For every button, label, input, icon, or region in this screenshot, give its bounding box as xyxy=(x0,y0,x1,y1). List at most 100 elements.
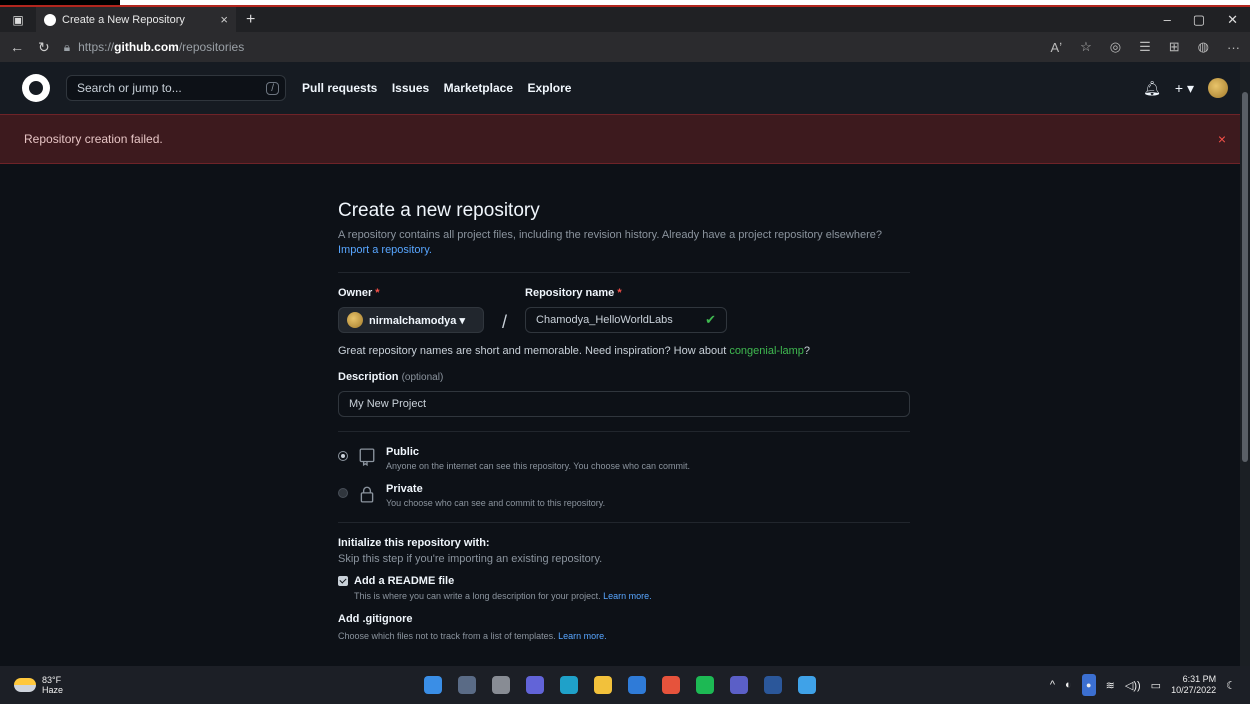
init-subtitle: Skip this step if you're importing an ex… xyxy=(338,553,603,565)
browser-tab[interactable]: Create a New Repository × xyxy=(36,7,236,32)
notification-bell-icon[interactable]: 🔔︎ xyxy=(1143,80,1161,97)
github-header: Search or jump to... / Pull requests Iss… xyxy=(0,62,1250,114)
tab-close-icon[interactable]: × xyxy=(220,12,228,27)
readme-checkbox[interactable] xyxy=(338,576,348,586)
owner-group: Owner * nirmalchamodya ▾ xyxy=(338,287,484,335)
private-radio[interactable] xyxy=(338,488,348,498)
flash-close-icon[interactable]: × xyxy=(1218,131,1226,147)
nav-explore[interactable]: Explore xyxy=(527,81,571,95)
scrollbar-thumb[interactable] xyxy=(1242,92,1248,462)
favorites-icon[interactable]: ☰ xyxy=(1139,39,1151,55)
visibility-public: Public Anyone on the internet can see th… xyxy=(338,446,910,471)
photos-icon[interactable] xyxy=(798,676,816,694)
back-icon[interactable]: ← xyxy=(10,39,24,55)
extension-icon[interactable]: ◎ xyxy=(1110,39,1121,55)
tray-app-icon[interactable]: ◐ xyxy=(1065,679,1072,691)
lead-text: A repository contains all project files,… xyxy=(338,229,882,241)
public-radio[interactable] xyxy=(338,451,348,461)
weather-temp: 83°F xyxy=(42,675,62,685)
restore-icon[interactable]: ▢ xyxy=(1193,12,1205,28)
public-desc: Anyone on the internet can see this repo… xyxy=(386,461,691,471)
page-title: Create a new repository xyxy=(338,200,540,221)
weather-haze-icon xyxy=(14,678,36,692)
teams-icon[interactable] xyxy=(730,676,748,694)
owner-value: nirmalchamodya ▾ xyxy=(369,314,465,327)
task-view-icon[interactable] xyxy=(492,676,510,694)
github-logo-icon[interactable] xyxy=(22,74,50,102)
owner-select[interactable]: nirmalchamodya ▾ xyxy=(338,307,484,333)
description-value: My New Project xyxy=(349,398,427,410)
url-path: /repositories xyxy=(178,40,245,54)
user-avatar[interactable] xyxy=(1208,78,1228,98)
chrome-icon[interactable] xyxy=(662,676,680,694)
search-icon[interactable] xyxy=(458,676,476,694)
read-aloud-icon[interactable]: Aʼ xyxy=(1051,40,1063,55)
search-input[interactable]: Search or jump to... / xyxy=(66,75,286,101)
nav-issues[interactable]: Issues xyxy=(392,81,429,95)
weather-widget[interactable]: 83°F Haze xyxy=(14,675,63,695)
private-desc: You choose who can see and commit to thi… xyxy=(386,498,606,508)
clock[interactable]: 6:31 PM 10/27/2022 xyxy=(1171,674,1216,696)
new-repo-form: Create a new repository A repository con… xyxy=(338,200,910,641)
collections-icon[interactable]: ⊞ xyxy=(1169,39,1180,55)
main-content: Create a new repository A repository con… xyxy=(0,164,1250,666)
visibility-private: Private You choose who can see and commi… xyxy=(338,483,910,508)
search-placeholder: Search or jump to... xyxy=(77,81,182,95)
clock-date: 10/27/2022 xyxy=(1171,685,1217,695)
lock-icon: 🔒︎ xyxy=(63,39,71,54)
file-explorer-icon[interactable] xyxy=(594,676,612,694)
init-title: Initialize this repository with: xyxy=(338,537,490,549)
repo-name-label: Repository name * xyxy=(525,287,622,299)
lock-icon xyxy=(360,486,374,503)
gitignore-title: Add .gitignore xyxy=(338,613,413,625)
spotify-icon[interactable] xyxy=(696,676,714,694)
wifi-icon[interactable]: ≋ xyxy=(1106,679,1115,692)
battery-icon[interactable]: ▭ xyxy=(1151,679,1161,692)
description-input[interactable]: My New Project xyxy=(338,391,910,417)
tab-actions-icon[interactable]: ▣ xyxy=(0,13,36,27)
minimize-icon[interactable]: – xyxy=(1164,12,1171,28)
url-prefix: https:// xyxy=(78,40,115,54)
public-text: Public Anyone on the internet can see th… xyxy=(386,446,690,471)
global-nav: Pull requests Issues Marketplace Explore xyxy=(302,79,581,97)
owner-avatar xyxy=(347,312,363,328)
create-new-button[interactable]: + ▾ xyxy=(1175,80,1194,97)
github-favicon-icon xyxy=(44,13,56,26)
chat-icon[interactable] xyxy=(526,676,544,694)
private-title: Private xyxy=(386,483,423,495)
owner-label: Owner * xyxy=(338,287,380,299)
nav-pull-requests[interactable]: Pull requests xyxy=(302,81,377,95)
page-scrollbar[interactable] xyxy=(1240,62,1250,666)
import-repository-link[interactable]: Import a repository. xyxy=(338,244,432,256)
repo-name-input[interactable]: Chamodya_HelloWorldLabs ✔ xyxy=(525,307,728,333)
owner-repo-row: Owner * nirmalchamodya ▾ / Repository na… xyxy=(338,287,910,335)
readme-learn-more-link[interactable]: Learn more. xyxy=(603,591,652,601)
top-strip xyxy=(0,0,1250,7)
valid-check-icon: ✔ xyxy=(705,312,717,327)
close-window-icon[interactable]: ✕ xyxy=(1227,12,1238,28)
tray-chevron-icon[interactable]: ^ xyxy=(1050,679,1055,691)
private-text: Private You choose who can see and commi… xyxy=(386,483,605,508)
microphone-icon[interactable]: ● xyxy=(1081,674,1096,696)
refresh-icon[interactable]: ↻ xyxy=(38,39,50,56)
browser-toolbar-icons: Aʼ ☆ ◎ ☰ ⊞ ◍ ··· xyxy=(1051,39,1240,55)
word-icon[interactable] xyxy=(764,676,782,694)
mail-icon[interactable] xyxy=(628,676,646,694)
url-field[interactable]: 🔒︎ https://github.com/repositories xyxy=(64,40,244,55)
nav-marketplace[interactable]: Marketplace xyxy=(444,81,513,95)
edge-icon[interactable] xyxy=(560,676,578,694)
gitignore-learn-more-link[interactable]: Learn more. xyxy=(558,631,607,641)
profile-icon[interactable]: ◍ xyxy=(1198,39,1209,55)
notifications-icon[interactable]: ☾ xyxy=(1226,679,1236,692)
window-controls: – ▢ ✕ xyxy=(1164,12,1250,28)
windows-start-icon[interactable] xyxy=(424,676,442,694)
suggestion-link[interactable]: congenial-lamp xyxy=(729,345,804,357)
name-hint: Great repository names are short and mem… xyxy=(338,345,811,357)
description-label: Description (optional) xyxy=(338,371,444,383)
weather-condition: Haze xyxy=(42,685,64,695)
new-tab-button[interactable]: + xyxy=(236,11,265,29)
favorite-add-icon[interactable]: ☆ xyxy=(1080,39,1092,55)
volume-icon[interactable]: ◁)) xyxy=(1125,679,1141,692)
divider xyxy=(338,272,910,273)
more-icon[interactable]: ··· xyxy=(1227,40,1240,55)
